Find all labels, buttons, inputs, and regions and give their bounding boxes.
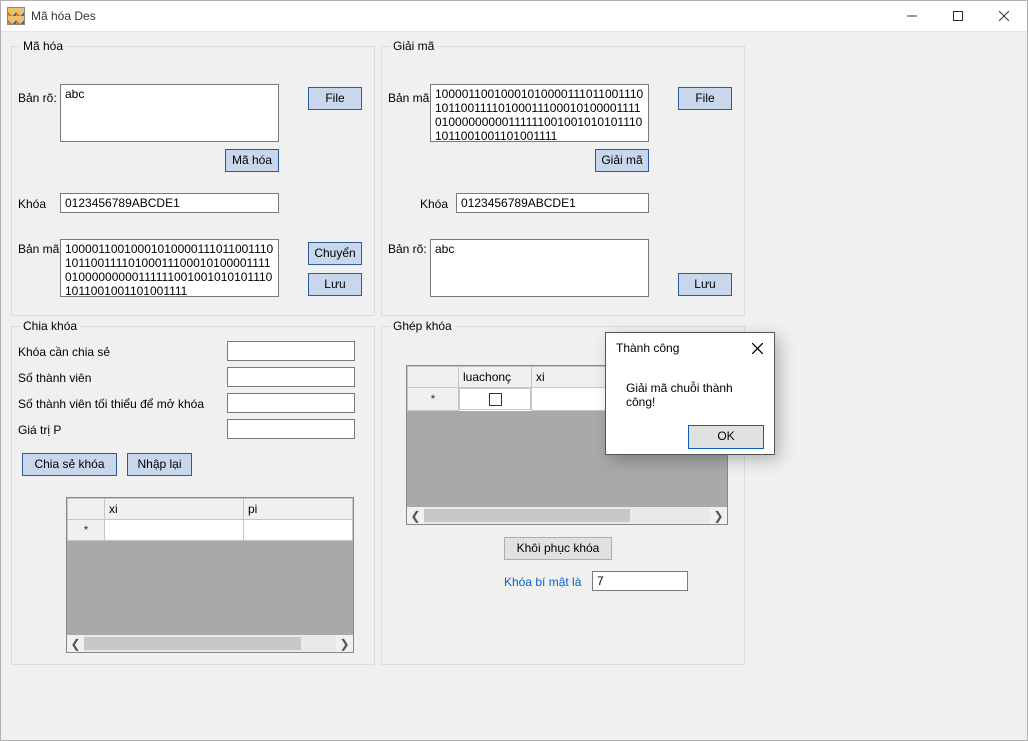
dialog-close-button[interactable] [746, 337, 768, 359]
client-area: Mã hóa Bản rõ: abc File Mã hóa Khóa 0123… [1, 32, 1027, 740]
decrypt-ciphertext-input[interactable]: 1000011001000101000011101100111010110011… [430, 84, 649, 142]
grid-corner [408, 367, 459, 388]
p-label: Giá trị P [18, 423, 61, 437]
encrypt-file-button[interactable]: File [308, 87, 362, 110]
key-to-share-input[interactable] [227, 341, 355, 361]
plaintext-input[interactable]: abc [60, 84, 279, 142]
decrypt-plaintext-label: Bản rõ: [388, 242, 427, 256]
col-luachong[interactable]: luachonç [459, 367, 532, 388]
reset-button[interactable]: Nhập lại [127, 453, 192, 476]
dialog-message: Giải mã chuỗi thành công! [626, 381, 733, 409]
min-members-label: Số thành viên tối thiểu để mở khóa [18, 397, 204, 411]
transfer-button[interactable]: Chuyển [308, 242, 362, 265]
encrypt-key-label: Khóa [18, 197, 46, 211]
scroll-right-icon[interactable]: ❯ [710, 507, 727, 524]
col-pi[interactable]: pi [244, 499, 353, 520]
dialog-title: Thành công [616, 341, 679, 355]
decrypt-key-label: Khóa [420, 197, 448, 211]
col-xi[interactable]: xi [105, 499, 244, 520]
encrypt-key-input[interactable]: 0123456789ABCDE1 [60, 193, 279, 213]
p-input[interactable] [227, 419, 355, 439]
decrypt-key-input[interactable]: 0123456789ABCDE1 [456, 193, 649, 213]
minimize-button[interactable] [889, 1, 935, 31]
decrypt-ciphertext-label: Bản mã: [388, 91, 433, 105]
restore-key-button[interactable]: Khôi phục khóa [504, 537, 612, 560]
close-button[interactable] [981, 1, 1027, 31]
new-row-indicator: * [84, 523, 89, 537]
dialog-ok-button[interactable]: OK [688, 425, 764, 449]
secret-key-label: Khóa bí mật là [504, 575, 581, 589]
grid-corner [68, 499, 105, 520]
ciphertext-output[interactable]: 1000011001000101000011101100111010110011… [60, 239, 279, 297]
grid-scrollbar[interactable]: ❮ ❯ [67, 635, 353, 652]
maximize-button[interactable] [935, 1, 981, 31]
split-key-group: Chia khóa Khóa cần chia sẻ Số thành viên… [11, 326, 375, 665]
decrypt-group: Giải mã Bản mã: 100001100100010100001110… [381, 46, 745, 316]
ciphertext-label: Bản mã: [18, 242, 63, 256]
secret-key-output[interactable]: 7 [592, 571, 688, 591]
min-members-input[interactable] [227, 393, 355, 413]
window-title: Mã hóa Des [31, 9, 889, 23]
split-key-legend: Chia khóa [20, 319, 80, 333]
scroll-right-icon[interactable]: ❯ [336, 635, 353, 652]
grid-scrollbar[interactable]: ❮ ❯ [407, 507, 727, 524]
decrypt-save-button[interactable]: Lưu [678, 273, 732, 296]
app-icon [7, 7, 25, 25]
scroll-left-icon[interactable]: ❮ [407, 507, 424, 524]
decrypt-file-button[interactable]: File [678, 87, 732, 110]
plaintext-label: Bản rõ: [18, 91, 57, 105]
encrypt-save-button[interactable]: Lưu [308, 273, 362, 296]
decrypt-legend: Giải mã [390, 39, 437, 53]
key-to-share-label: Khóa cần chia sẻ [18, 345, 110, 359]
members-label: Số thành viên [18, 371, 91, 385]
dialog-titlebar: Thành công [606, 333, 774, 363]
encrypt-group: Mã hóa Bản rõ: abc File Mã hóa Khóa 0123… [11, 46, 375, 316]
window-controls [889, 1, 1027, 31]
scroll-left-icon[interactable]: ❮ [67, 635, 84, 652]
app-window: Mã hóa Des Mã hóa Bản rõ: abc File Mã hó… [0, 0, 1028, 741]
encrypt-button[interactable]: Mã hóa [225, 149, 279, 172]
table-row[interactable]: * [68, 520, 353, 541]
titlebar: Mã hóa Des [1, 1, 1027, 32]
share-key-button[interactable]: Chia sẻ khóa [22, 453, 117, 476]
row-checkbox[interactable] [489, 393, 502, 406]
encrypt-legend: Mã hóa [20, 39, 66, 53]
decrypt-button[interactable]: Giải mã [595, 149, 649, 172]
merge-key-legend: Ghép khóa [390, 319, 455, 333]
success-dialog: Thành công Giải mã chuỗi thành công! OK [605, 332, 775, 455]
members-input[interactable] [227, 367, 355, 387]
decrypt-plaintext-output[interactable]: abc [430, 239, 649, 297]
split-key-grid[interactable]: xi pi * ❮ ❯ [66, 497, 354, 653]
dialog-body: Giải mã chuỗi thành công! [606, 363, 774, 419]
new-row-indicator: * [431, 392, 436, 406]
